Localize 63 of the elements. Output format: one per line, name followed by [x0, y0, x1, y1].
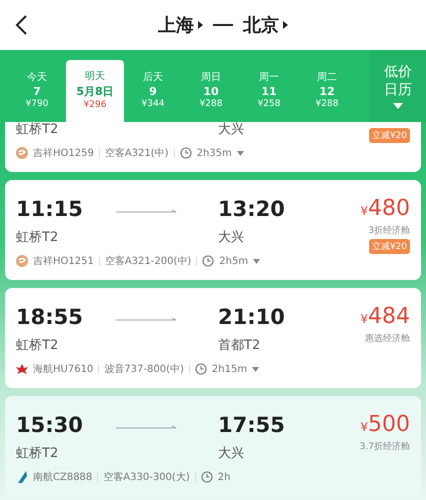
dash-icon — [213, 23, 233, 27]
flight-number: 吉祥HO1251 — [33, 254, 94, 268]
cabin-class: 3.7折经济舱 — [360, 440, 410, 453]
flight-duration: 2h — [218, 472, 230, 482]
date-tab[interactable]: 今天 7 ¥790 — [8, 60, 66, 122]
arrival-airport: 大兴 — [218, 229, 245, 246]
airline-logo-icon — [16, 363, 28, 375]
airline-logo-icon — [16, 147, 28, 159]
price-calendar-button[interactable]: 低价日历 — [370, 50, 426, 122]
arrival-time: 17:55 — [218, 412, 286, 438]
flight-number: 海航HU7610 — [33, 362, 94, 376]
departure-airport: 虹桥T2 — [16, 122, 60, 138]
departure-time: 15:30 — [16, 412, 84, 438]
date-tab[interactable]: 周二 12 ¥288 — [298, 60, 356, 122]
arrival-time: 13:20 — [218, 196, 286, 222]
flight-card[interactable]: 18:55 虹桥T2 21:10 首都T2 ¥484 惠选经济舱 海航HU7610 波音737-800(中) 2h15m — [5, 288, 421, 388]
cabin-class: 3折经济舱 — [368, 224, 410, 237]
arrival-airport: 大兴 — [218, 445, 245, 462]
price: ¥484 — [360, 304, 410, 330]
clock-icon — [202, 255, 214, 267]
flight-card[interactable]: 虹桥T2 大兴 立减¥20 吉祥HO1259 空客A321(中) 2h35m — [5, 122, 421, 172]
date-tab[interactable]: 明天 5月8日 ¥296 — [66, 60, 124, 122]
discount-tag: 立减¥20 — [368, 239, 410, 254]
triangle-icon — [198, 21, 203, 29]
airline-logo-icon — [16, 471, 28, 483]
aircraft-type: 空客A321(中) — [104, 146, 169, 160]
departure-airport: 虹桥T2 — [16, 337, 60, 354]
cabin-class: 惠选经济舱 — [365, 332, 410, 345]
arrival-airport: 首都T2 — [218, 337, 262, 354]
flight-card[interactable]: 15:30 虹桥T2 17:55 大兴 ¥500 3.7折经济舱 南航CZ8888 空客A330-300(大) 2h — [5, 396, 421, 496]
departure-time: 11:15 — [16, 196, 84, 222]
flight-duration: 2h15m — [212, 364, 248, 374]
flight-number: 吉祥HO1259 — [33, 146, 94, 160]
date-tab[interactable]: 周日 10 ¥288 — [182, 60, 240, 122]
price: ¥500 — [360, 412, 410, 438]
clock-icon — [200, 471, 213, 483]
arrival-airport: 大兴 — [218, 122, 245, 138]
caret-icon[interactable] — [253, 258, 260, 264]
price: ¥480 — [360, 196, 410, 222]
back-icon[interactable] — [14, 14, 28, 36]
origin-city[interactable]: 上海 — [158, 13, 194, 37]
triangle-icon — [283, 21, 288, 29]
aircraft-type: 空客A330-300(大) — [103, 470, 190, 484]
caret-icon — [393, 103, 403, 110]
flight-duration: 2h5m — [219, 256, 248, 266]
departure-airport: 虹桥T2 — [16, 229, 60, 246]
flight-number: 南航CZ8888 — [33, 470, 92, 484]
departure-time: 18:55 — [16, 304, 84, 330]
caret-icon[interactable] — [252, 366, 260, 372]
clock-icon — [194, 363, 207, 375]
departure-airport: 虹桥T2 — [16, 445, 60, 462]
discount-tag: 立减¥20 — [368, 128, 410, 143]
destination-city[interactable]: 北京 — [243, 13, 279, 37]
flight-card[interactable]: 11:15 虹桥T2 13:20 大兴 ¥480 3折经济舱 立减¥20 吉祥HO1251 空客A321-200(中) 2h5m — [5, 180, 421, 280]
clock-icon — [180, 147, 192, 159]
aircraft-type: 波音737-800(中) — [104, 362, 184, 376]
date-tab[interactable]: 周一 11 ¥258 — [240, 60, 298, 122]
flight-duration: 2h35m — [196, 148, 232, 158]
airline-logo-icon — [16, 255, 28, 267]
date-tab[interactable]: 后天 9 ¥344 — [124, 60, 182, 122]
arrival-time: 21:10 — [218, 304, 286, 330]
caret-icon[interactable] — [236, 150, 244, 156]
aircraft-type: 空客A321-200(中) — [104, 254, 192, 268]
